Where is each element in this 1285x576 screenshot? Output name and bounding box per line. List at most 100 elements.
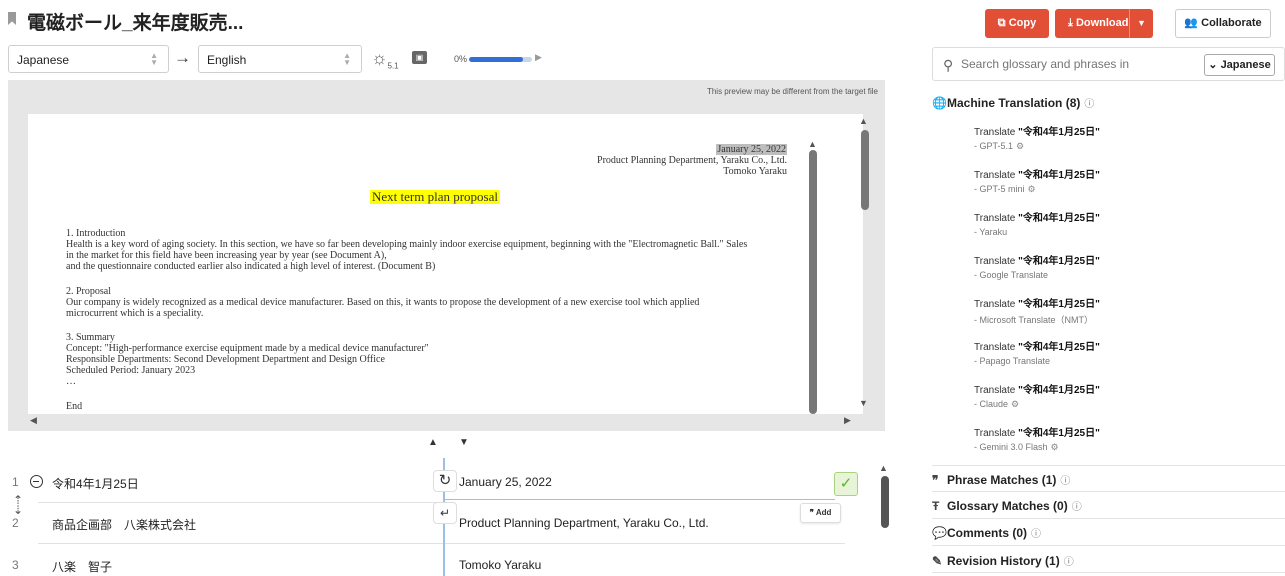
mt-result-item[interactable]: Translate "令和4年1月25日" - Papago Translate bbox=[974, 338, 1274, 366]
preview-page[interactable]: January 25, 2022 Product Planning Depart… bbox=[28, 114, 863, 414]
segment-source[interactable]: 八楽 智子 bbox=[52, 558, 112, 575]
settings-icon[interactable]: ⚙ bbox=[1011, 399, 1019, 409]
progress-percent: 0% bbox=[454, 54, 468, 64]
segment-row[interactable]: 3 八楽 智子 Tomoko Yaraku bbox=[0, 544, 880, 576]
copy-label: Copy bbox=[1008, 17, 1037, 29]
mt-text: "令和4年1月25日" bbox=[1018, 299, 1100, 310]
segment-number: 1 bbox=[12, 475, 19, 489]
next-segment-icon[interactable]: ▼ bbox=[459, 437, 469, 448]
scroll-right-icon[interactable]: ▶ bbox=[844, 415, 851, 426]
arrow-right-icon: → bbox=[174, 48, 191, 67]
preview-line: in the market for this field have been i… bbox=[66, 250, 387, 261]
segment-source[interactable]: 令和4年1月25日 bbox=[52, 475, 139, 492]
segment-target[interactable]: Tomoko Yaraku bbox=[459, 558, 541, 572]
info-icon[interactable]: ⓘ bbox=[1084, 99, 1094, 110]
segment-target[interactable]: Product Planning Department, Yaraku Co.,… bbox=[459, 516, 709, 530]
mt-result-item[interactable]: Translate "令和4年1月25日" - GPT-5.1 ⚙ bbox=[974, 123, 1274, 152]
info-icon[interactable]: ⓘ bbox=[1060, 476, 1070, 487]
mt-engine: - Claude bbox=[974, 399, 1009, 409]
settings-icon[interactable]: ⚙ bbox=[1028, 184, 1036, 194]
mt-prefix: Translate bbox=[974, 256, 1019, 267]
mt-result-item[interactable]: Translate "令和4年1月25日" - Google Translate bbox=[974, 252, 1274, 280]
mt-engine: - Google Translate bbox=[974, 270, 1049, 280]
preview-paragraph-proposal: 2. Proposal Our company is widely recogn… bbox=[66, 286, 826, 319]
insert-linebreak-button[interactable]: ↵ bbox=[433, 502, 457, 524]
preview-date: January 25, 2022 bbox=[716, 144, 787, 155]
collaborate-label: Collaborate bbox=[1201, 17, 1262, 29]
app-root: { "document": {"title": "電磁ボール_来年度販売..."… bbox=[0, 0, 1285, 576]
section-divider bbox=[932, 518, 1285, 519]
info-icon[interactable]: ⓘ bbox=[1031, 529, 1041, 540]
mt-prefix: Translate bbox=[974, 428, 1019, 439]
collapse-minus-icon[interactable] bbox=[30, 475, 43, 488]
scroll-up-icon[interactable]: ▲ bbox=[808, 139, 817, 150]
comments-header[interactable]: 💬Comments (0) ⓘ bbox=[932, 525, 1285, 540]
mt-text: "令和4年1月25日" bbox=[1018, 342, 1100, 353]
mt-engine: - Gemini 3.0 Flash bbox=[974, 442, 1048, 452]
play-icon[interactable]: ▶ bbox=[535, 52, 542, 63]
scroll-down-icon[interactable]: ▼ bbox=[859, 398, 868, 408]
section-title: Comments (0) bbox=[947, 526, 1028, 540]
segment-target[interactable]: January 25, 2022 bbox=[459, 475, 552, 489]
preview-line: 1. Introduction bbox=[66, 228, 126, 239]
section-title: Glossary Matches (0) bbox=[947, 499, 1068, 513]
previous-segment-icon[interactable]: ▲ bbox=[428, 437, 438, 448]
section-divider bbox=[932, 545, 1285, 546]
mt-prefix: Translate bbox=[974, 385, 1019, 396]
globe-icon: 🌐 bbox=[932, 96, 947, 110]
info-icon[interactable]: ⓘ bbox=[1064, 557, 1074, 568]
mt-text: "令和4年1月25日" bbox=[1018, 256, 1100, 267]
mt-result-item[interactable]: Translate "令和4年1月25日" - Claude ⚙ bbox=[974, 381, 1274, 410]
download-button[interactable]: ⤓ Download ▼ bbox=[1055, 9, 1153, 38]
mt-result-item[interactable]: Translate "令和4年1月25日" - Microsoft Transla… bbox=[974, 295, 1274, 326]
info-icon[interactable]: ⓘ bbox=[1072, 502, 1082, 513]
phrase-matches-header[interactable]: ❞ Phrase Matches (1) ⓘ bbox=[932, 472, 1285, 487]
preview-note: This preview may be different from the t… bbox=[706, 87, 878, 96]
copy-button[interactable]: ⧉ Copy bbox=[985, 9, 1049, 38]
download-label: Download bbox=[1075, 17, 1129, 29]
bookmark-icon[interactable] bbox=[8, 12, 16, 25]
inner-scrollbar[interactable] bbox=[809, 150, 817, 414]
quote-icon: ❞ bbox=[809, 508, 814, 517]
glossary-matches-header[interactable]: Ŧ Glossary Matches (0) ⓘ bbox=[932, 498, 1285, 513]
machine-translation-header[interactable]: 🌐Machine Translation (8) ⓘ bbox=[932, 95, 1285, 110]
confirm-check-button[interactable]: ✓ bbox=[834, 472, 858, 496]
quote-icon: ❞ bbox=[932, 473, 939, 487]
revision-history-header[interactable]: ✎ Revision History (1) ⓘ bbox=[932, 553, 1285, 568]
scroll-up-icon[interactable]: ▲ bbox=[859, 116, 868, 126]
scroll-up-icon[interactable]: ▲ bbox=[879, 463, 888, 473]
scroll-left-icon[interactable]: ◀ bbox=[30, 415, 37, 426]
preview-line: Scheduled Period: January 2023 bbox=[66, 365, 196, 376]
mt-engine: - GPT-5 mini bbox=[974, 184, 1025, 194]
preview-line: and the questionnaire conducted earlier … bbox=[66, 261, 436, 272]
folder-icon[interactable]: ▣ bbox=[412, 51, 427, 64]
preview-line: … bbox=[66, 376, 76, 387]
source-language-select[interactable]: Japanese ▲ ▼ bbox=[8, 45, 169, 73]
mt-result-item[interactable]: Translate "令和4年1月25日" - Gemini 3.0 Flash ⚙ bbox=[974, 424, 1274, 453]
section-divider bbox=[932, 465, 1285, 466]
mt-text: "令和4年1月25日" bbox=[1018, 385, 1100, 396]
segment-source[interactable]: 商品企画部 八楽株式会社 bbox=[52, 516, 196, 533]
settings-icon[interactable]: ⚙ bbox=[1051, 442, 1059, 452]
mt-engine-icon[interactable]: ☼5.1 bbox=[371, 48, 399, 71]
preview-end: End bbox=[66, 401, 83, 412]
add-phrase-button[interactable]: ❞ Add bbox=[800, 503, 841, 523]
search-input[interactable] bbox=[961, 57, 1161, 71]
progress-fill bbox=[469, 57, 523, 62]
target-language-select[interactable]: English ▲ ▼ bbox=[198, 45, 362, 73]
search-language-select[interactable]: ⌄ Japanese bbox=[1204, 54, 1275, 76]
section-divider bbox=[932, 572, 1285, 573]
settings-icon[interactable]: ⚙ bbox=[1016, 141, 1024, 151]
segment-number: 3 bbox=[12, 558, 19, 572]
mt-result-item[interactable]: Translate "令和4年1月25日" - Yaraku bbox=[974, 209, 1274, 237]
search-language-value: Japanese bbox=[1220, 59, 1271, 71]
retranslate-button[interactable]: ↻ bbox=[433, 470, 457, 492]
mt-text: "令和4年1月25日" bbox=[1018, 428, 1100, 439]
preview-scrollbar[interactable] bbox=[861, 130, 869, 210]
action-toolbar: ⧉ Copy ⤓ Download ▼ 👥 Collaborate bbox=[985, 9, 1275, 39]
mt-result-item[interactable]: Translate "令和4年1月25日" - GPT-5 mini ⚙ bbox=[974, 166, 1274, 195]
preview-line: 3. Summary bbox=[66, 332, 115, 343]
collaborate-button[interactable]: 👥 Collaborate bbox=[1175, 9, 1271, 38]
dropdown-caret-icon[interactable]: ▼ bbox=[1129, 9, 1153, 38]
segment-scrollbar[interactable] bbox=[881, 476, 889, 528]
